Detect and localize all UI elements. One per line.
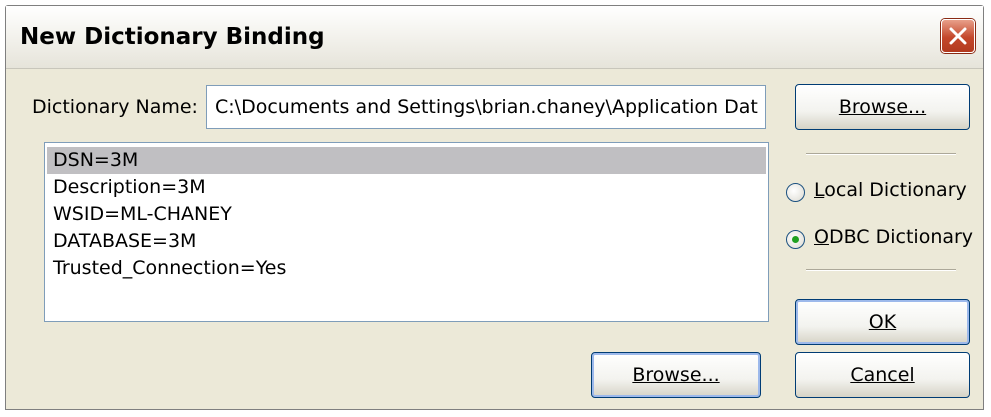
odbc-dictionary-radio[interactable] <box>786 230 805 249</box>
radio-selected-dot <box>792 236 799 243</box>
ok-button-label: OK <box>868 311 897 333</box>
list-item[interactable]: DSN=3M <box>47 147 766 174</box>
ok-button[interactable]: OK <box>795 299 970 345</box>
local-dictionary-label[interactable]: Local Dictionary <box>814 179 967 201</box>
local-dictionary-label-rest: ocal Dictionary <box>824 179 967 201</box>
cancel-button-label: Cancel <box>850 364 915 386</box>
separator-top <box>806 153 956 155</box>
dialog-title: New Dictionary Binding <box>20 24 325 50</box>
browse-file-button-label: Browse... <box>838 96 927 118</box>
separator-bottom <box>806 269 956 271</box>
list-item[interactable]: DATABASE=3M <box>47 228 766 255</box>
odbc-dictionary-label[interactable]: ODBC Dictionary <box>814 226 973 248</box>
browse-dsn-button[interactable]: Browse... <box>591 352 761 398</box>
list-item[interactable]: Description=3M <box>47 174 766 201</box>
odbc-dictionary-label-rest: DBC Dictionary <box>828 226 974 248</box>
browse-file-button[interactable]: Browse... <box>795 84 970 130</box>
local-dictionary-radio[interactable] <box>786 183 805 202</box>
close-button[interactable] <box>941 19 975 53</box>
dictionary-name-label: Dictionary Name: <box>32 96 198 118</box>
close-icon <box>949 27 967 45</box>
dictionary-name-input[interactable]: C:\Documents and Settings\brian.chaney\A… <box>206 85 766 129</box>
list-item[interactable]: WSID=ML-CHANEY <box>47 201 766 228</box>
title-bar[interactable]: New Dictionary Binding <box>6 6 983 69</box>
list-item[interactable]: Trusted_Connection=Yes <box>47 255 766 282</box>
dsn-attributes-list[interactable]: DSN=3M Description=3M WSID=ML-CHANEY DAT… <box>44 142 769 322</box>
browse-dsn-button-label: Browse... <box>632 364 720 386</box>
dialog-window: New Dictionary Binding Dictionary Name: … <box>5 5 984 410</box>
cancel-button[interactable]: Cancel <box>795 352 970 398</box>
